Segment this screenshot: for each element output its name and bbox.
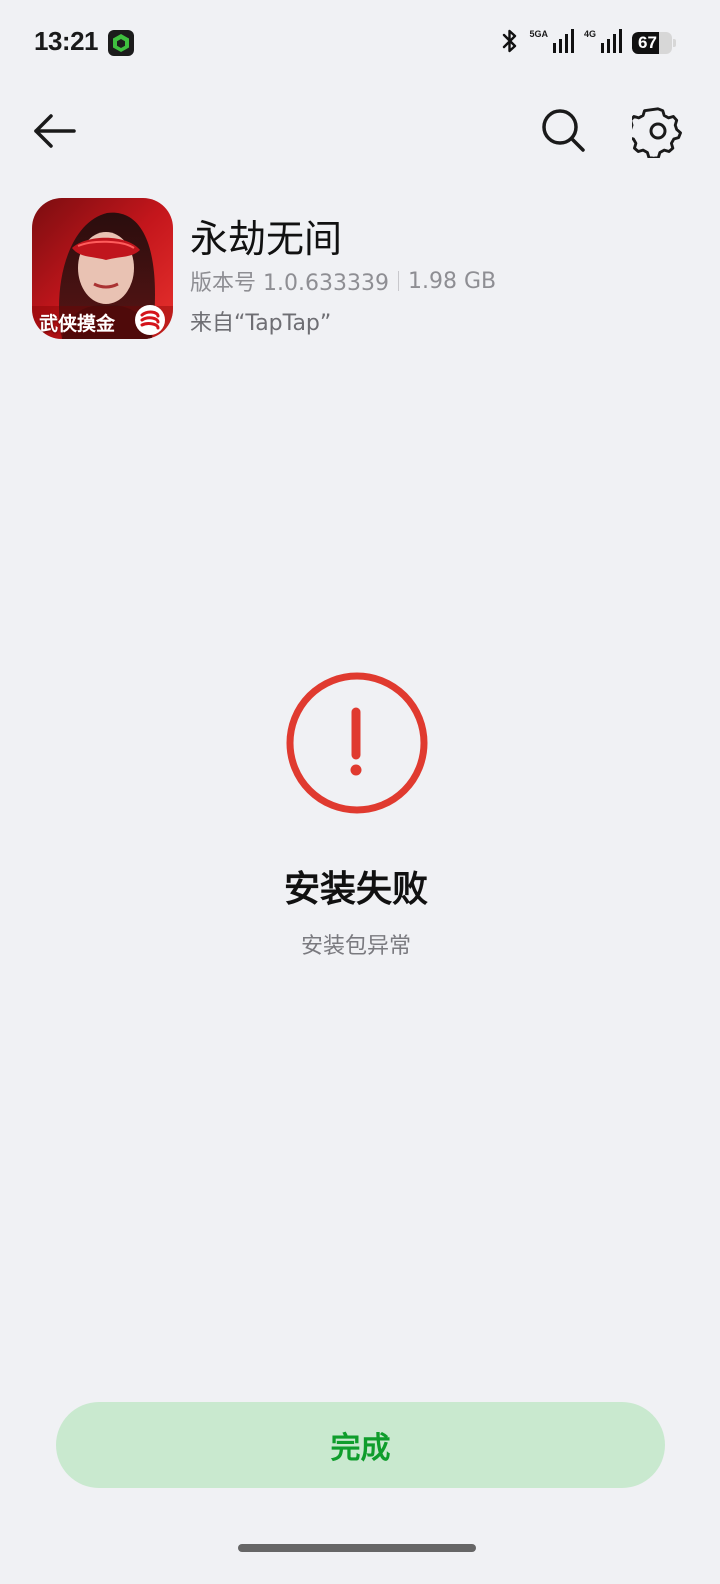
battery-icon: 67: [632, 32, 676, 54]
error-subtitle: 安装包异常: [300, 934, 411, 959]
status-time: 13:21: [34, 26, 99, 56]
vpn-shield-icon: [108, 30, 134, 56]
gear-icon: [625, 107, 684, 162]
meta-divider: [397, 271, 399, 291]
app-icon: 武侠摸金: [32, 198, 173, 339]
status-icons: 5GA 4G 67: [501, 28, 676, 58]
settings-button[interactable]: [625, 104, 684, 160]
battery-level: 67: [638, 33, 657, 52]
search-button[interactable]: [538, 104, 590, 158]
error-title: 安装失败: [283, 869, 428, 910]
app-size: 1.98 GB: [407, 268, 497, 294]
arrow-left-icon: [30, 114, 82, 158]
bluetooth-icon: [501, 28, 519, 58]
app-source: 来自“TapTap”: [190, 311, 332, 336]
app-icon-caption: 武侠摸金: [39, 313, 116, 335]
search-icon: [538, 109, 590, 162]
publisher-logo-icon: [134, 304, 166, 339]
done-button[interactable]: 完成: [56, 1402, 665, 1488]
app-meta: 版本号 1.0.633339 1.98 GB: [190, 265, 496, 297]
home-indicator[interactable]: [238, 1544, 476, 1552]
sim2-label: 4G: [583, 28, 596, 39]
signal-icon: [600, 29, 622, 57]
app-name: 永劫无间: [190, 217, 343, 261]
back-button[interactable]: [30, 108, 82, 154]
signal-icon: [552, 29, 574, 57]
exclamation-circle-icon: [284, 670, 430, 816]
sim1-label: 5GA: [529, 28, 548, 39]
app-version: 版本号 1.0.633339: [190, 271, 389, 296]
